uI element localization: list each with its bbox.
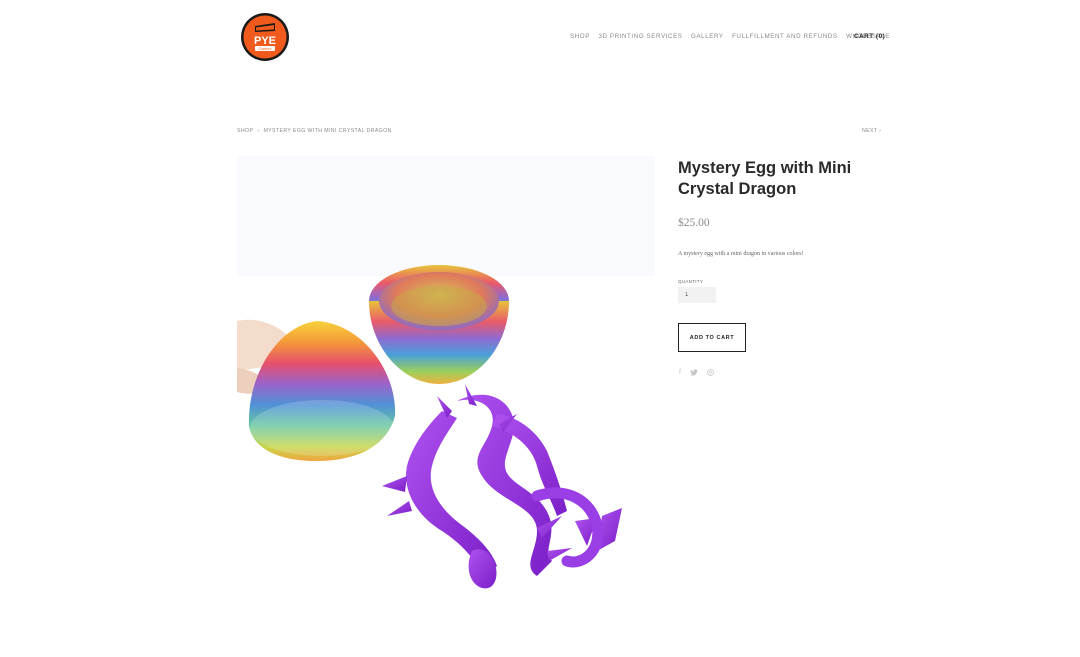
quantity-input[interactable] xyxy=(678,287,716,303)
breadcrumb-separator: › xyxy=(257,128,260,134)
pinterest-icon[interactable] xyxy=(707,369,714,378)
cart-link[interactable]: CART (0) xyxy=(854,33,885,40)
share-icons: f xyxy=(679,369,714,378)
add-to-cart-button[interactable]: ADD TO CART xyxy=(678,323,746,352)
breadcrumb-shop-link[interactable]: SHOP xyxy=(237,128,253,134)
nav-item-fulfillment-and-refunds[interactable]: FULLFILLMENT AND REFUNDS xyxy=(732,33,837,40)
logo-subtext: Games xyxy=(259,46,272,51)
product-description: A mystery egg with a mini dragon in vari… xyxy=(678,251,804,257)
nav-item-shop[interactable]: SHOP xyxy=(570,33,590,40)
product-price: $25.00 xyxy=(678,217,710,229)
breadcrumb: SHOP › MYSTERY EGG WITH MINI CRYSTAL DRA… xyxy=(237,128,392,134)
quantity-label: QUANTITY xyxy=(678,279,704,284)
breadcrumb-current: MYSTERY EGG WITH MINI CRYSTAL DRAGON xyxy=(263,128,392,134)
brand-logo[interactable]: PYE Games xyxy=(240,12,290,62)
facebook-icon[interactable]: f xyxy=(679,369,681,378)
nav-item-gallery[interactable]: GALLERY xyxy=(691,33,724,40)
product-title: Mystery Egg with Mini Crystal Dragon xyxy=(678,159,852,198)
twitter-icon[interactable] xyxy=(690,369,698,378)
nav-item-3d-printing-services[interactable]: 3D PRINTING SERVICES xyxy=(598,33,682,40)
main-nav: SHOP 3D PRINTING SERVICES GALLERY FULLFI… xyxy=(570,33,899,40)
product-photo[interactable] xyxy=(237,156,655,657)
next-product-link[interactable]: NEXT › xyxy=(862,128,881,134)
